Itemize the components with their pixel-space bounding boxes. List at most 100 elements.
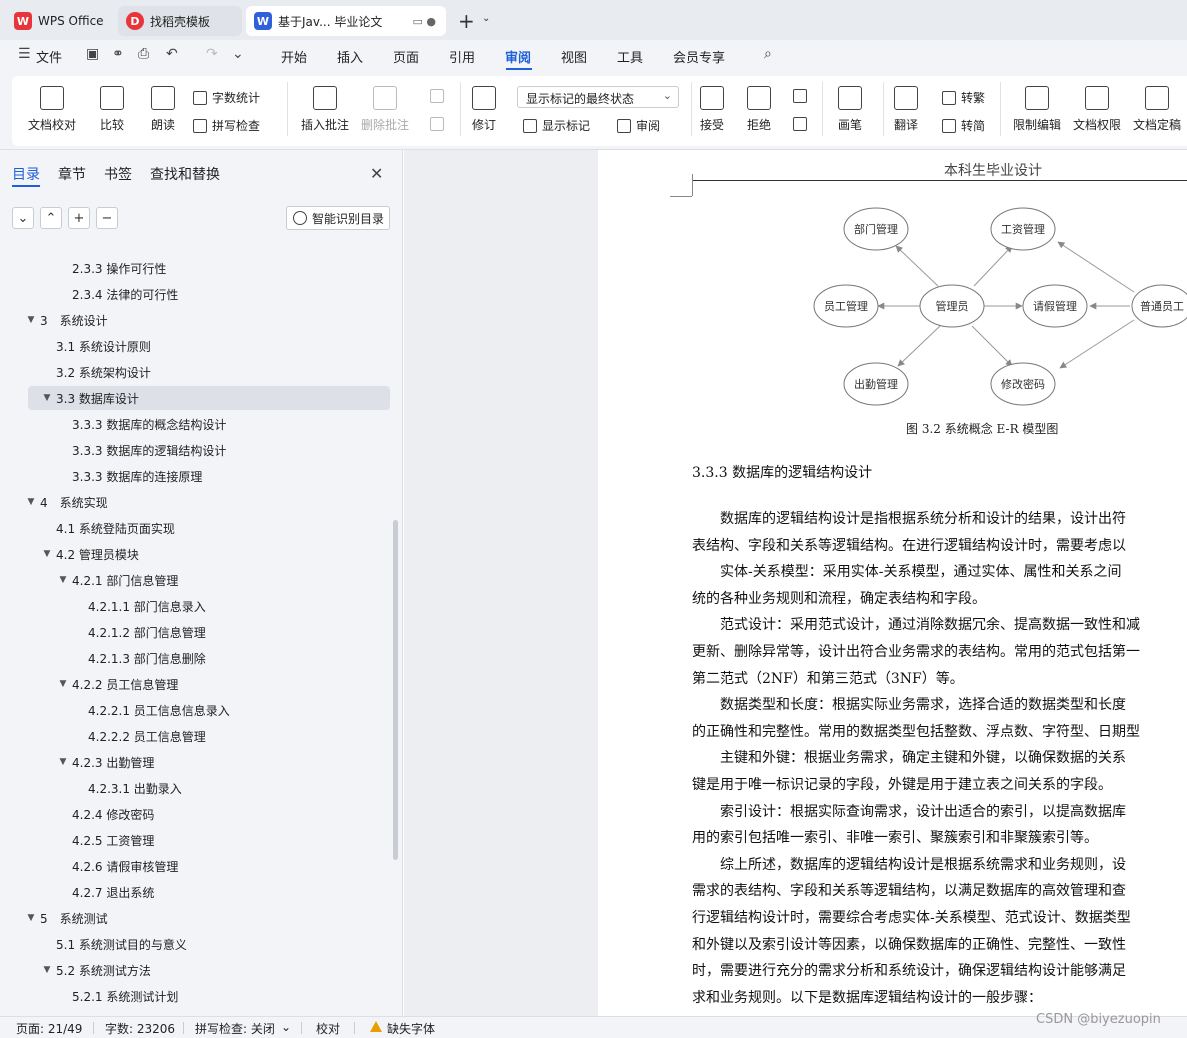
doc-permission-button[interactable]: 文档权限	[1073, 86, 1121, 133]
toc-item[interactable]: 4.2.6 请假审核管理	[0, 854, 395, 878]
toc-item[interactable]: 4.2.5 工资管理	[0, 828, 395, 852]
prev-change-button[interactable]	[793, 89, 812, 103]
toc-item[interactable]: ▼ 3 系统设计	[0, 308, 395, 332]
translate-button[interactable]: 翻译	[894, 86, 918, 133]
menu-page[interactable]: 页面	[393, 47, 419, 66]
toc-item[interactable]: 5.2.1 系统测试计划	[0, 984, 395, 1008]
menu-insert[interactable]: 插入	[337, 47, 363, 66]
toc-item[interactable]: 4.1 系统登陆页面实现	[0, 516, 395, 540]
menu-review[interactable]: 审阅	[505, 47, 531, 66]
toc-item[interactable]: 3.3.3 数据库的概念结构设计	[0, 412, 395, 436]
toc-item[interactable]: 4.2.2.2 员工信息管理	[0, 724, 395, 748]
remove-toc-button[interactable]: −	[96, 207, 118, 229]
expand-arrow-icon[interactable]: ▼	[24, 315, 38, 325]
toc-item[interactable]: ▼ 3.3 数据库设计	[28, 386, 390, 410]
new-tab-button[interactable]: +	[458, 9, 475, 33]
nav-tab-find-replace[interactable]: 查找和替换	[150, 164, 220, 184]
expand-arrow-icon[interactable]: ▼	[24, 497, 38, 507]
delete-comment-button[interactable]: 删除批注	[361, 86, 409, 133]
menu-reference[interactable]: 引用	[449, 47, 475, 66]
search-icon[interactable]: ⌕	[764, 46, 772, 62]
markup-state-select[interactable]: 显示标记的最终状态 ⌄	[517, 86, 679, 108]
nav-tab-toc[interactable]: 目录	[12, 164, 40, 184]
nav-tab-bookmark[interactable]: 书签	[104, 164, 132, 184]
toc-item[interactable]: 4.2.3.1 出勤录入	[0, 776, 395, 800]
expand-up-button[interactable]: ⌃	[40, 207, 62, 229]
expand-arrow-icon[interactable]: ▼	[40, 393, 54, 403]
share-icon[interactable]: ⚭	[112, 46, 124, 62]
read-aloud-button[interactable]: 朗读	[151, 86, 175, 133]
smart-toc-button[interactable]: 智能识别目录	[286, 206, 390, 230]
tab-options-icon[interactable]: ▭ ●	[413, 15, 437, 28]
pen-button[interactable]: 画笔	[838, 86, 862, 133]
chevron-down-icon[interactable]: ⌄	[232, 46, 244, 62]
word-count-button[interactable]: 字数统计	[193, 89, 260, 106]
toc-item[interactable]: 3.2 系统架构设计	[0, 360, 395, 384]
toc-scrollbar[interactable]	[393, 520, 398, 860]
toc-item[interactable]: 2.3.3 操作可行性	[0, 256, 395, 280]
expand-arrow-icon[interactable]: ▼	[40, 965, 54, 975]
menu-file[interactable]: 文件	[36, 47, 62, 66]
proof-status[interactable]: 校对	[316, 1020, 340, 1037]
compare-button[interactable]: 比较	[100, 86, 124, 133]
prev-comment-button[interactable]	[430, 89, 449, 103]
page-indicator[interactable]: 页面: 21/49	[16, 1020, 82, 1037]
review-pane-button[interactable]: 审阅	[617, 117, 660, 134]
tab-document[interactable]: W 基于Jav... 毕业论文 ▭ ●	[246, 6, 446, 36]
toc-item[interactable]: 4.2.1.3 部门信息删除	[0, 646, 395, 670]
expand-arrow-icon[interactable]: ▼	[40, 549, 54, 559]
hamburger-icon[interactable]: ☰	[18, 46, 31, 62]
spell-check-status[interactable]: 拼写检查: 关闭	[195, 1020, 275, 1037]
toc-item[interactable]: ▼ 4.2.2 员工信息管理	[0, 672, 395, 696]
restrict-edit-button[interactable]: 限制编辑	[1013, 86, 1061, 133]
toc-item[interactable]: 4.2.1.1 部门信息录入	[0, 594, 395, 618]
toc-item[interactable]: 4.2.7 退出系统	[0, 880, 395, 904]
toc-item[interactable]: 3.1 系统设计原则	[0, 334, 395, 358]
collapse-down-button[interactable]: ⌄	[12, 207, 34, 229]
save-icon[interactable]: ▣	[86, 46, 99, 62]
next-comment-button[interactable]	[430, 117, 449, 131]
menu-tools[interactable]: 工具	[617, 47, 643, 66]
reject-button[interactable]: 拒绝	[747, 86, 771, 133]
expand-arrow-icon[interactable]: ▼	[56, 757, 70, 767]
tab-wps-office[interactable]: W WPS Office	[6, 6, 114, 36]
toc-item[interactable]: ▼ 4.2.3 出勤管理	[0, 750, 395, 774]
doc-finalize-button[interactable]: 文档定稿	[1133, 86, 1181, 133]
redo-icon[interactable]: ↷	[206, 46, 218, 62]
nav-tab-chapter[interactable]: 章节	[58, 164, 86, 184]
revise-button[interactable]: 修订	[472, 86, 496, 133]
add-toc-button[interactable]: +	[68, 207, 90, 229]
undo-icon[interactable]: ↶	[166, 46, 178, 62]
expand-arrow-icon[interactable]: ▼	[56, 679, 70, 689]
next-change-button[interactable]	[793, 117, 812, 131]
toc-item[interactable]: 2.3.4 法律的可行性	[0, 282, 395, 306]
menu-member[interactable]: 会员专享	[673, 47, 725, 66]
toc-item[interactable]: 4.2.2.1 员工信息信息录入	[0, 698, 395, 722]
word-count-indicator[interactable]: 字数: 23206	[105, 1020, 175, 1037]
toc-item[interactable]: ▼ 5.2 系统测试方法	[0, 958, 395, 982]
menu-view[interactable]: 视图	[561, 47, 587, 66]
accept-button[interactable]: 接受	[700, 86, 724, 133]
toc-item[interactable]: 4.2.1.2 部门信息管理	[0, 620, 395, 644]
tab-templates[interactable]: D 找稻壳模板	[118, 6, 242, 36]
missing-font-status[interactable]: 缺失字体	[387, 1020, 435, 1037]
toc-item[interactable]: ▼ 4 系统实现	[0, 490, 395, 514]
document-page[interactable]: 本科生毕业设计 部门管理 工资管理 员工管理 管理员 请假管理 普通员工 出勤管…	[598, 150, 1187, 1016]
chevron-down-icon[interactable]: ⌄	[482, 13, 490, 24]
print-preview-icon[interactable]: ⎙	[138, 46, 149, 62]
toc-item[interactable]: 5.1 系统测试目的与意义	[0, 932, 395, 956]
doc-proof-button[interactable]: 文档校对	[28, 86, 76, 133]
toc-item[interactable]: 3.3.3 数据库的逻辑结构设计	[0, 438, 395, 462]
toc-item[interactable]: 4.2.4 修改密码	[0, 802, 395, 826]
insert-comment-button[interactable]: 插入批注	[301, 86, 349, 133]
toc-item[interactable]: 3.3.3 数据库的连接原理	[0, 464, 395, 488]
toc-item[interactable]: ▼ 4.2 管理员模块	[0, 542, 395, 566]
spell-check-button[interactable]: 拼写检查	[193, 117, 260, 134]
menu-home[interactable]: 开始	[281, 47, 307, 66]
chevron-down-icon[interactable]: ⌄	[281, 1020, 291, 1034]
to-traditional-button[interactable]: 转繁	[942, 89, 985, 106]
expand-arrow-icon[interactable]: ▼	[24, 913, 38, 923]
show-markup-button[interactable]: 显示标记	[523, 117, 590, 134]
toc-item[interactable]: ▼ 4.2.1 部门信息管理	[0, 568, 395, 592]
expand-arrow-icon[interactable]: ▼	[56, 575, 70, 585]
